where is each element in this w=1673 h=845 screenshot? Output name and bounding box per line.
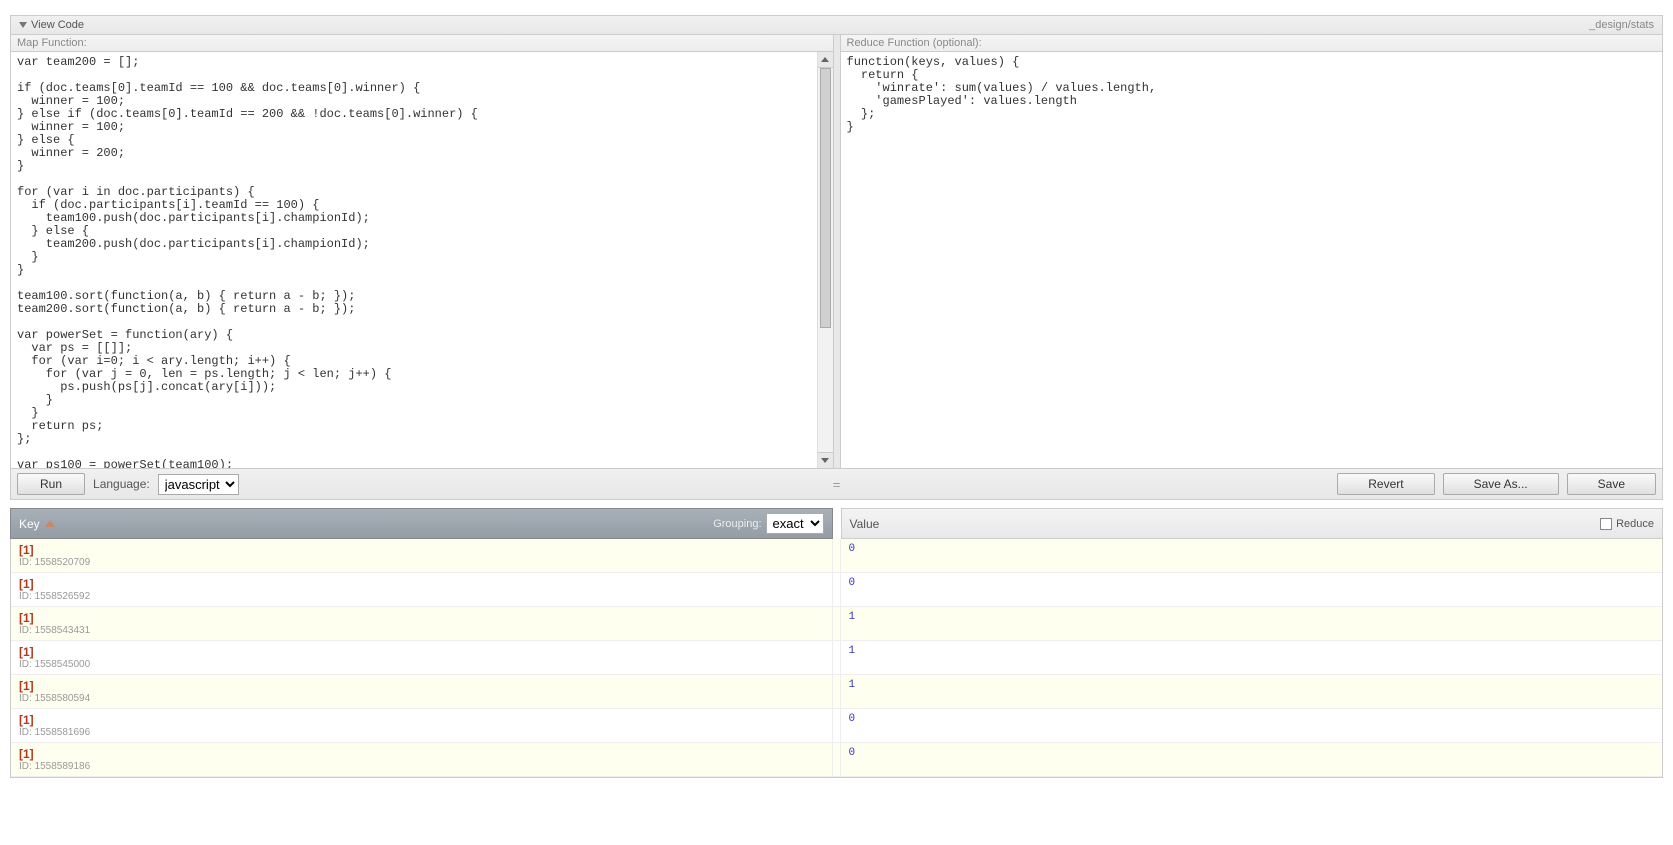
- result-row[interactable]: [1]ID: 15585207090: [11, 539, 1662, 573]
- arrow-up-icon: [821, 57, 829, 62]
- save-as-button[interactable]: Save As...: [1443, 473, 1559, 495]
- results-body: [1]ID: 15585207090[1]ID: 15585265920[1]I…: [10, 539, 1663, 778]
- arrow-down-icon: [821, 458, 829, 463]
- result-key-cell: [1]ID: 1558581696: [11, 709, 833, 742]
- result-row-splitter: [833, 641, 841, 674]
- result-row-splitter: [833, 675, 841, 708]
- result-key: [1]: [19, 679, 824, 693]
- result-key: [1]: [19, 577, 824, 591]
- toolbar-right: Revert Save As... Save: [1337, 473, 1656, 495]
- editor-row: Map Function: Reduce Function (optional)…: [10, 35, 1663, 468]
- result-row[interactable]: [1]ID: 15585265920: [11, 573, 1662, 607]
- toolbar-left: Run Language: javascript: [17, 473, 239, 495]
- grouping-select[interactable]: exact: [766, 513, 824, 534]
- view-code-label: View Code: [31, 19, 84, 31]
- result-value-cell: 1: [841, 641, 1663, 674]
- sort-ascending-icon: [45, 520, 55, 527]
- result-key-cell: [1]ID: 1558520709: [11, 539, 833, 572]
- reduce-function-label: Reduce Function (optional):: [841, 35, 1663, 52]
- result-row[interactable]: [1]ID: 15585805941: [11, 675, 1662, 709]
- view-code-header: View Code _design/stats: [10, 15, 1663, 35]
- reduce-checkbox[interactable]: [1600, 518, 1612, 530]
- result-row[interactable]: [1]ID: 15585816960: [11, 709, 1662, 743]
- result-row-splitter: [833, 607, 841, 640]
- editor-splitter[interactable]: [833, 35, 841, 468]
- reduce-function-editor[interactable]: [841, 52, 1663, 468]
- result-key: [1]: [19, 713, 824, 727]
- result-key: [1]: [19, 543, 824, 557]
- result-key-cell: [1]ID: 1558580594: [11, 675, 833, 708]
- map-editor-pane: Map Function:: [11, 35, 833, 468]
- language-select[interactable]: javascript: [158, 474, 239, 495]
- editor-toolbar: Run Language: javascript = Revert Save A…: [10, 468, 1663, 500]
- result-id: ID: 1558545000: [19, 659, 824, 670]
- chevron-down-icon: [19, 22, 27, 28]
- result-value-cell: 0: [841, 539, 1663, 572]
- map-function-label: Map Function:: [11, 35, 833, 52]
- results-header-splitter[interactable]: [833, 508, 841, 539]
- result-value-cell: 0: [841, 573, 1663, 606]
- result-row[interactable]: [1]ID: 15585450001: [11, 641, 1662, 675]
- result-value-cell: 0: [841, 743, 1663, 776]
- result-row[interactable]: [1]ID: 15585434311: [11, 607, 1662, 641]
- run-button[interactable]: Run: [17, 473, 85, 495]
- results-header: Key Grouping: exact Value Reduce: [10, 508, 1663, 539]
- result-id: ID: 1558520709: [19, 557, 824, 568]
- result-row[interactable]: [1]ID: 15585891860: [11, 743, 1662, 777]
- equals-divider: =: [833, 477, 841, 492]
- view-code-toggle[interactable]: View Code: [19, 19, 84, 31]
- design-path: _design/stats: [1589, 19, 1654, 31]
- scroll-thumb[interactable]: [820, 68, 831, 328]
- result-value-cell: 0: [841, 709, 1663, 742]
- save-button[interactable]: Save: [1567, 473, 1656, 495]
- reduce-editor-body: [841, 52, 1663, 468]
- result-value-cell: 1: [841, 607, 1663, 640]
- result-key-cell: [1]ID: 1558545000: [11, 641, 833, 674]
- result-key: [1]: [19, 645, 824, 659]
- result-id: ID: 1558543431: [19, 625, 824, 636]
- language-label: Language:: [93, 477, 150, 491]
- result-row-splitter: [833, 539, 841, 572]
- result-key-cell: [1]ID: 1558543431: [11, 607, 833, 640]
- scroll-down-button[interactable]: [818, 452, 833, 468]
- result-row-splitter: [833, 573, 841, 606]
- value-header-label: Value: [850, 517, 880, 531]
- result-id: ID: 1558589186: [19, 761, 824, 772]
- result-key-cell: [1]ID: 1558526592: [11, 573, 833, 606]
- result-key: [1]: [19, 747, 824, 761]
- map-editor-body: [11, 52, 833, 468]
- result-id: ID: 1558581696: [19, 727, 824, 738]
- result-key-cell: [1]ID: 1558589186: [11, 743, 833, 776]
- result-row-splitter: [833, 743, 841, 776]
- revert-button[interactable]: Revert: [1337, 473, 1434, 495]
- result-key: [1]: [19, 611, 824, 625]
- result-value-cell: 1: [841, 675, 1663, 708]
- reduce-editor-pane: Reduce Function (optional):: [841, 35, 1663, 468]
- map-function-editor[interactable]: [11, 52, 817, 468]
- map-scrollbar[interactable]: [817, 52, 833, 468]
- grouping-label: Grouping:: [713, 518, 761, 530]
- reduce-checkbox-label: Reduce: [1616, 518, 1654, 530]
- value-column-header: Value Reduce: [841, 508, 1664, 539]
- key-column-header[interactable]: Key Grouping: exact: [10, 508, 833, 539]
- result-id: ID: 1558526592: [19, 591, 824, 602]
- result-id: ID: 1558580594: [19, 693, 824, 704]
- key-header-label: Key: [19, 517, 40, 531]
- scroll-up-button[interactable]: [818, 52, 833, 68]
- result-row-splitter: [833, 709, 841, 742]
